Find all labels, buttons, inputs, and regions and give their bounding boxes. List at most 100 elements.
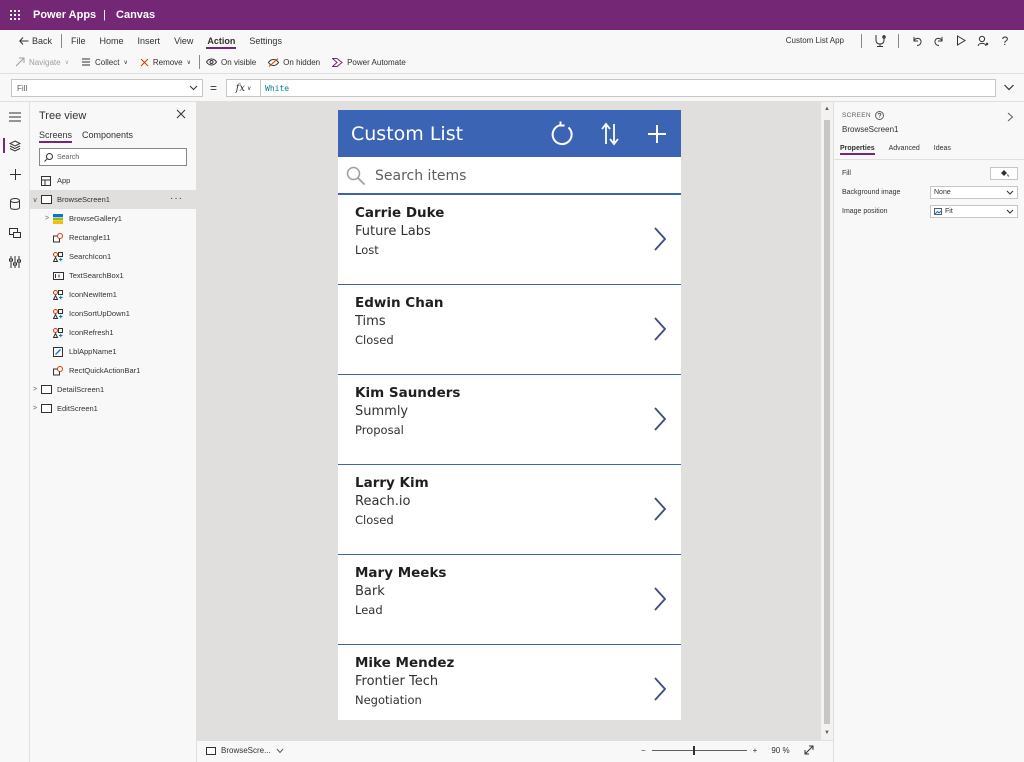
add-new-item-icon[interactable] bbox=[644, 121, 670, 147]
chevron-down-icon bbox=[276, 748, 284, 753]
tab-advanced[interactable]: Advanced bbox=[889, 145, 920, 155]
advanced-tools-icon[interactable] bbox=[0, 247, 30, 276]
tab-screens[interactable]: Screens bbox=[39, 130, 73, 143]
on-hidden-button[interactable]: On hidden bbox=[268, 58, 320, 67]
tree-search-placeholder: Search bbox=[57, 153, 80, 161]
gallery-item[interactable]: Larry Kim Reach.io Closed bbox=[338, 465, 681, 555]
tree-node-label: RectQuickActionBar1 bbox=[69, 366, 141, 375]
tree-node-browsegallery1[interactable]: > BrowseGallery1 bbox=[30, 209, 197, 228]
tab-components[interactable]: Components bbox=[82, 130, 133, 143]
tab-ideas[interactable]: Ideas bbox=[934, 145, 951, 155]
back-button[interactable]: Back bbox=[0, 30, 59, 51]
menu-file[interactable]: File bbox=[64, 30, 93, 51]
screen-picker[interactable]: BrowseScre... bbox=[206, 746, 284, 755]
gallery-item[interactable]: Edwin Chan Tims Closed bbox=[338, 285, 681, 375]
chevron-right-icon[interactable] bbox=[653, 676, 667, 702]
scroll-down-icon[interactable]: ▼ bbox=[824, 730, 830, 736]
expand-formula-icon[interactable] bbox=[1003, 81, 1015, 93]
zoom-in-button[interactable]: + bbox=[753, 746, 758, 755]
sort-up-down-icon[interactable] bbox=[597, 121, 623, 147]
tree-node-iconrefresh1[interactable]: IconRefresh1 bbox=[30, 323, 197, 342]
zoom-out-button[interactable]: − bbox=[641, 746, 646, 755]
tree-node-label: BrowseGallery1 bbox=[69, 214, 122, 223]
help-circle-icon[interactable] bbox=[874, 111, 884, 120]
item-status: Lead bbox=[355, 603, 383, 617]
zoom-slider[interactable] bbox=[651, 745, 747, 755]
preview-play-icon[interactable] bbox=[950, 30, 972, 51]
chevron-right-icon[interactable] bbox=[653, 406, 667, 432]
tree-node-rectquickactionbar1[interactable]: RectQuickActionBar1 bbox=[30, 361, 197, 380]
expand-chevron-icon[interactable]: > bbox=[30, 405, 40, 412]
redo-icon[interactable] bbox=[928, 30, 950, 51]
app-launcher-icon[interactable] bbox=[0, 0, 30, 30]
zoom-slider-thumb[interactable] bbox=[692, 745, 695, 755]
tree-view-icon[interactable] bbox=[0, 131, 30, 160]
background-image-dropdown[interactable]: None bbox=[930, 186, 1018, 199]
tree-node-lblappname1[interactable]: LblAppName1 bbox=[30, 342, 197, 361]
chevron-right-icon[interactable] bbox=[653, 496, 667, 522]
tree-node-rectangle11[interactable]: Rectangle11 bbox=[30, 228, 197, 247]
gallery-item[interactable]: Carrie Duke Future Labs Lost bbox=[338, 195, 681, 285]
property-dropdown[interactable]: Fill bbox=[11, 79, 203, 97]
media-icon[interactable] bbox=[0, 218, 30, 247]
scroll-up-icon[interactable]: ▲ bbox=[824, 106, 830, 112]
menu-settings[interactable]: Settings bbox=[242, 30, 289, 51]
screen-icon bbox=[40, 384, 52, 396]
fill-color-picker[interactable] bbox=[990, 167, 1018, 180]
hamburger-icon[interactable] bbox=[0, 102, 30, 131]
image-position-value: Fit bbox=[945, 208, 953, 215]
canvas-vertical-scrollbar[interactable]: ▲ ▼ bbox=[821, 102, 833, 740]
search-box[interactable]: Search items bbox=[338, 157, 681, 195]
browse-screen[interactable]: Custom List Search items Carrie Duke Fut… bbox=[338, 110, 681, 720]
expand-chevron-icon[interactable]: > bbox=[42, 215, 52, 222]
remove-button[interactable]: Remove ∨ bbox=[140, 58, 191, 67]
scrollbar-thumb[interactable] bbox=[824, 120, 830, 724]
chevron-right-icon[interactable] bbox=[653, 226, 667, 252]
tree-node-searchicon1[interactable]: SearchIcon1 bbox=[30, 247, 197, 266]
app-title-label[interactable]: Custom List bbox=[351, 123, 463, 145]
share-user-icon[interactable] bbox=[972, 30, 994, 51]
close-icon[interactable] bbox=[176, 109, 186, 119]
tab-properties[interactable]: Properties bbox=[840, 145, 875, 155]
app-name-label[interactable]: Custom List App bbox=[786, 36, 844, 45]
formula-input[interactable]: fx ∨ White bbox=[226, 79, 996, 97]
gallery-item[interactable]: Mary Meeks Bark Lead bbox=[338, 555, 681, 645]
item-company: Frontier Tech bbox=[355, 674, 439, 689]
collapse-chevron-icon[interactable]: ∨ bbox=[30, 196, 40, 204]
chevron-right-icon[interactable] bbox=[1007, 112, 1014, 122]
on-visible-button[interactable]: On visible bbox=[206, 58, 256, 67]
expand-chevron-icon[interactable]: > bbox=[30, 386, 40, 393]
item-name: Larry Kim bbox=[355, 475, 429, 491]
tree-node-iconnewitem1[interactable]: IconNewItem1 bbox=[30, 285, 197, 304]
tree-node-detailscreen1[interactable]: > DetailScreen1 bbox=[30, 380, 197, 399]
menu-view[interactable]: View bbox=[167, 30, 200, 51]
help-icon[interactable]: ? bbox=[994, 30, 1016, 51]
tree-node-browsescreen1[interactable]: ∨ BrowseScreen1 ··· bbox=[30, 190, 197, 209]
collect-button[interactable]: Collect ∨ bbox=[81, 57, 128, 67]
tree-node-iconsortupdown1[interactable]: IconSortUpDown1 bbox=[30, 304, 197, 323]
navigate-button[interactable]: Navigate ∨ bbox=[15, 57, 69, 67]
app-checker-icon[interactable] bbox=[869, 30, 891, 51]
menu-action[interactable]: Action bbox=[200, 30, 242, 51]
tree-node-app[interactable]: App bbox=[30, 171, 197, 190]
fx-button[interactable]: fx ∨ bbox=[227, 80, 261, 96]
gallery-item[interactable]: Kim Saunders Summly Proposal bbox=[338, 375, 681, 465]
image-position-dropdown[interactable]: Fit bbox=[930, 205, 1018, 218]
insert-plus-icon[interactable] bbox=[0, 160, 30, 189]
gallery-item[interactable]: Mike Mendez Frontier Tech Negotiation bbox=[338, 645, 681, 720]
menu-home[interactable]: Home bbox=[93, 30, 131, 51]
more-options-icon[interactable]: ··· bbox=[170, 193, 183, 204]
chevron-right-icon[interactable] bbox=[653, 316, 667, 342]
data-cylinder-icon[interactable] bbox=[0, 189, 30, 218]
tree-node-textsearchbox1[interactable]: TextSearchBox1 bbox=[30, 266, 197, 285]
refresh-icon[interactable] bbox=[550, 121, 576, 147]
tree-search-input[interactable]: Search bbox=[39, 148, 187, 166]
chevron-right-icon[interactable] bbox=[653, 586, 667, 612]
canvas-status-bar: BrowseScre... − + 90 % bbox=[197, 740, 833, 762]
tree-node-editscreen1[interactable]: > EditScreen1 bbox=[30, 399, 197, 418]
power-automate-button[interactable]: Power Automate bbox=[332, 57, 406, 67]
menu-insert[interactable]: Insert bbox=[131, 30, 168, 51]
item-company: Bark bbox=[355, 584, 385, 599]
undo-icon[interactable] bbox=[906, 30, 928, 51]
fit-to-window-icon[interactable] bbox=[804, 745, 814, 755]
